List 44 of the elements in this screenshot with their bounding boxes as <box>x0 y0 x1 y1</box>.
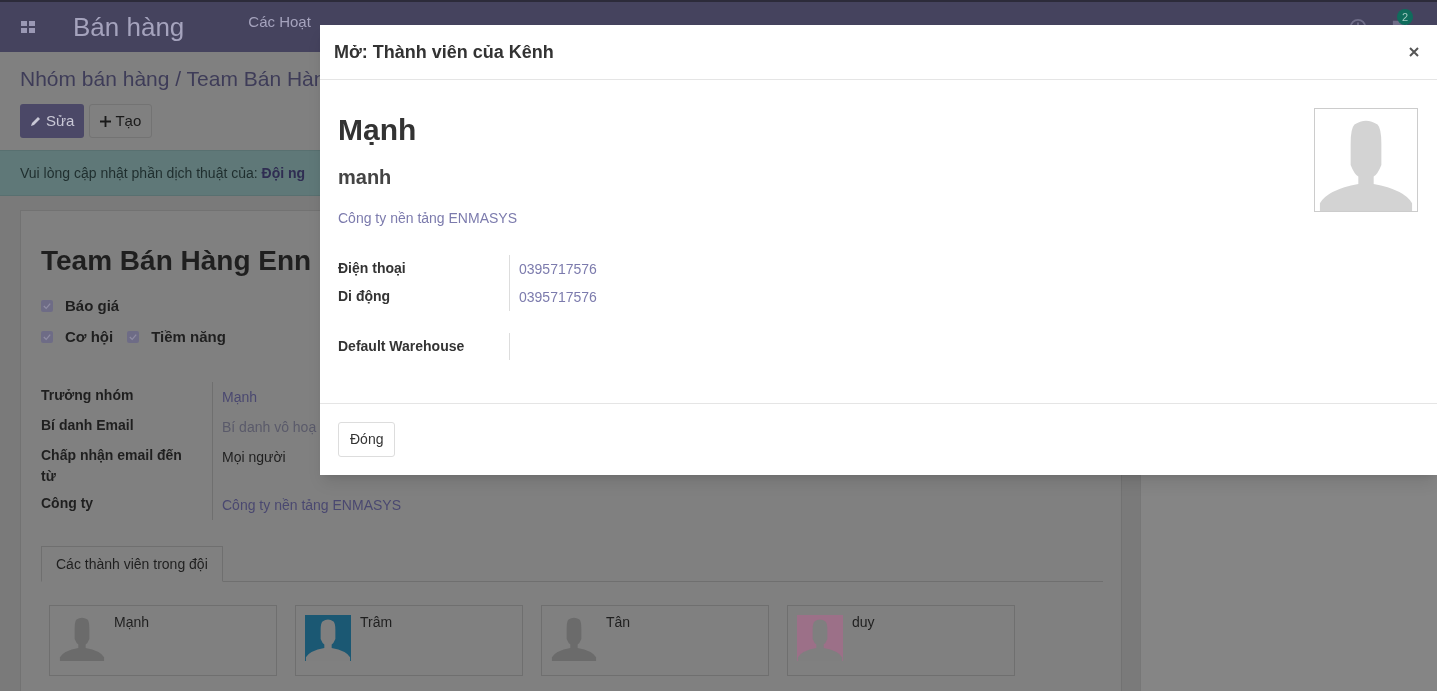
phone-value[interactable]: 0395717576 <box>519 289 597 305</box>
checkbox[interactable] <box>127 330 140 343</box>
user-name: Mạnh <box>338 112 418 148</box>
field-label: Di động <box>338 287 392 306</box>
field-label: Chấp nhận email đến từ <box>41 446 183 486</box>
alert-text: Vui lòng cập nhật phần dịch thuật của: Đội ng <box>20 163 306 183</box>
field-value[interactable]: Mạnh <box>222 389 258 405</box>
member-card[interactable]: Trâm <box>295 605 523 676</box>
field-label: Default Warehouse <box>338 337 466 356</box>
create-button[interactable]: Tạo <box>89 104 153 138</box>
app-title: Bán hàng <box>73 10 185 44</box>
member-card[interactable]: Tân <box>541 605 769 676</box>
apps-menu-icon[interactable] <box>21 21 35 33</box>
alert-link[interactable]: Đội ng <box>261 164 306 181</box>
tab[interactable]: Các thành viên trong đội <box>41 546 223 582</box>
nav-menu-item[interactable]: Các Hoạt <box>248 12 311 30</box>
team-title: Team Bán Hàng Enn <box>41 244 312 278</box>
notification-badge: 2 <box>1397 9 1414 25</box>
close-icon[interactable] <box>1409 47 1419 57</box>
field-value: Mọi người <box>222 449 286 465</box>
field-label: Trưởng nhóm <box>41 386 135 405</box>
pencil-icon <box>30 115 42 127</box>
member-card[interactable]: duy <box>787 605 1015 676</box>
user-login: manh <box>338 165 393 190</box>
field-label: Bí danh Email <box>41 416 135 435</box>
checkbox[interactable] <box>41 300 53 313</box>
member-name: Trâm <box>360 615 393 629</box>
company-link[interactable]: Công ty nền tảng ENMASYS <box>338 208 1314 229</box>
checkbox-label: Báo giá <box>65 296 120 316</box>
checkbox-label: Cơ hội <box>65 326 114 347</box>
close-button[interactable]: Đóng <box>338 422 396 457</box>
field-label: Công ty <box>41 494 95 513</box>
member-name: Tân <box>606 615 631 629</box>
edit-button[interactable]: Sửa <box>20 104 85 138</box>
phone-value[interactable]: 0395717576 <box>519 261 597 277</box>
member-name: duy <box>852 615 875 629</box>
plus-icon <box>100 115 112 127</box>
field-value[interactable]: Công ty nền tảng ENMASYS <box>222 497 401 513</box>
member-card[interactable]: Mạnh <box>49 605 277 676</box>
member-name: Mạnh <box>114 615 150 629</box>
checkbox[interactable] <box>41 330 53 343</box>
dialog-title: Mở: Thành viên của Kênh <box>334 40 554 64</box>
checkbox-label: Tiềm năng <box>151 326 226 347</box>
field-label: Điện thoại <box>338 259 407 278</box>
